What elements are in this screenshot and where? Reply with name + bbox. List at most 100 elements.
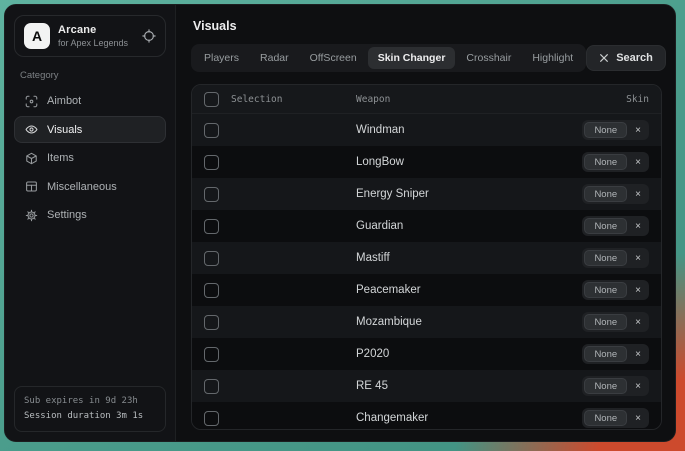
sidebar-item-settings[interactable]: Settings xyxy=(14,202,166,229)
skin-badge: None × xyxy=(582,216,649,236)
tab-players[interactable]: Players xyxy=(194,47,249,69)
row-checkbox[interactable] xyxy=(204,155,219,170)
row-selection-cell xyxy=(204,251,356,266)
weapon-name: Energy Sniper xyxy=(356,188,582,200)
eye-icon xyxy=(25,123,38,136)
search-icon xyxy=(599,53,609,63)
skin-value[interactable]: None xyxy=(584,314,627,330)
row-checkbox[interactable] xyxy=(204,411,219,426)
sidebar-nav: Aimbot Visuals Items Miscellaneous Setti… xyxy=(14,86,166,230)
table-row: LongBow None × xyxy=(192,146,661,178)
skin-value[interactable]: None xyxy=(584,218,627,234)
row-checkbox[interactable] xyxy=(204,123,219,138)
tab-offscreen[interactable]: OffScreen xyxy=(300,47,367,69)
skin-badge: None × xyxy=(582,120,649,140)
skin-badge: None × xyxy=(582,280,649,300)
skin-changer-table: Selection Weapon Skin Windman None × Lon… xyxy=(191,84,662,430)
session-duration-text: Session duration 3m 1s xyxy=(24,409,156,424)
column-header-skin: Skin xyxy=(626,94,649,105)
clear-skin-icon[interactable]: × xyxy=(627,413,647,424)
row-selection-cell xyxy=(204,219,356,234)
row-checkbox[interactable] xyxy=(204,283,219,298)
weapon-name: Changemaker xyxy=(356,412,582,424)
app-header-card: A Arcane for Apex Legends xyxy=(14,15,166,57)
row-selection-cell xyxy=(204,315,356,330)
sidebar-item-label: Items xyxy=(47,152,74,164)
clear-skin-icon[interactable]: × xyxy=(627,349,647,360)
sidebar-item-label: Aimbot xyxy=(47,95,81,107)
app-window: A Arcane for Apex Legends Category Aimbo… xyxy=(4,4,676,442)
sidebar: A Arcane for Apex Legends Category Aimbo… xyxy=(5,5,176,441)
tab-row: PlayersRadarOffScreenSkin ChangerCrossha… xyxy=(191,44,662,72)
row-checkbox[interactable] xyxy=(204,251,219,266)
clear-skin-icon[interactable]: × xyxy=(627,125,647,136)
category-label: Category xyxy=(20,70,160,81)
row-selection-cell xyxy=(204,283,356,298)
row-checkbox[interactable] xyxy=(204,347,219,362)
table-body: Windman None × LongBow None × Energy Sni… xyxy=(192,114,661,430)
clear-skin-icon[interactable]: × xyxy=(627,317,647,328)
row-selection-cell xyxy=(204,123,356,138)
search-button[interactable]: Search xyxy=(586,45,666,71)
skin-value[interactable]: None xyxy=(584,122,627,138)
skin-value[interactable]: None xyxy=(584,346,627,362)
sidebar-item-miscellaneous[interactable]: Miscellaneous xyxy=(14,173,166,200)
row-checkbox[interactable] xyxy=(204,379,219,394)
skin-value[interactable]: None xyxy=(584,378,627,394)
column-header-selection: Selection xyxy=(231,94,282,105)
skin-value[interactable]: None xyxy=(584,154,627,170)
gear-icon xyxy=(25,209,38,222)
app-subtitle: for Apex Legends xyxy=(58,38,128,48)
app-meta: Arcane for Apex Legends xyxy=(58,24,128,48)
sidebar-item-label: Visuals xyxy=(47,124,82,136)
skin-badge: None × xyxy=(582,408,649,428)
session-info-card: Sub expires in 9d 23h Session duration 3… xyxy=(14,386,166,432)
skin-value[interactable]: None xyxy=(584,186,627,202)
weapon-name: P2020 xyxy=(356,348,582,360)
table-row: Energy Sniper None × xyxy=(192,178,661,210)
clear-skin-icon[interactable]: × xyxy=(627,253,647,264)
sidebar-item-label: Settings xyxy=(47,209,87,221)
skin-value[interactable]: None xyxy=(584,410,627,426)
tab-highlight[interactable]: Highlight xyxy=(522,47,583,69)
row-checkbox[interactable] xyxy=(204,315,219,330)
clear-skin-icon[interactable]: × xyxy=(627,157,647,168)
tab-skin-changer[interactable]: Skin Changer xyxy=(368,47,456,69)
skin-badge: None × xyxy=(582,248,649,268)
search-button-label: Search xyxy=(616,52,653,64)
selection-header-cell: Selection xyxy=(204,92,356,107)
sidebar-item-items[interactable]: Items xyxy=(14,145,166,172)
main-panel: Visuals PlayersRadarOffScreenSkin Change… xyxy=(176,5,675,441)
aimbot-crosshair-icon xyxy=(25,95,38,108)
clear-skin-icon[interactable]: × xyxy=(627,189,647,200)
skin-value[interactable]: None xyxy=(584,282,627,298)
table-row: RE 45 None × xyxy=(192,370,661,402)
grid-icon xyxy=(25,180,38,193)
sidebar-item-label: Miscellaneous xyxy=(47,181,117,193)
sidebar-item-visuals[interactable]: Visuals xyxy=(14,116,166,143)
row-checkbox[interactable] xyxy=(204,219,219,234)
table-row: Peacemaker None × xyxy=(192,274,661,306)
row-selection-cell xyxy=(204,379,356,394)
tab-bar: PlayersRadarOffScreenSkin ChangerCrossha… xyxy=(191,44,586,72)
tab-crosshair[interactable]: Crosshair xyxy=(456,47,521,69)
skin-badge: None × xyxy=(582,184,649,204)
sidebar-item-aimbot[interactable]: Aimbot xyxy=(14,88,166,115)
sub-expiry-text: Sub expires in 9d 23h xyxy=(24,394,156,409)
table-row: Mastiff None × xyxy=(192,242,661,274)
row-checkbox[interactable] xyxy=(204,187,219,202)
skin-badge: None × xyxy=(582,312,649,332)
clear-skin-icon[interactable]: × xyxy=(627,285,647,296)
app-logo: A xyxy=(24,23,50,49)
weapon-name: LongBow xyxy=(356,156,582,168)
target-icon[interactable] xyxy=(142,29,156,43)
skin-value[interactable]: None xyxy=(584,250,627,266)
package-icon xyxy=(25,152,38,165)
page-title: Visuals xyxy=(193,19,662,33)
clear-skin-icon[interactable]: × xyxy=(627,381,647,392)
tab-radar[interactable]: Radar xyxy=(250,47,299,69)
skin-badge: None × xyxy=(582,152,649,172)
row-selection-cell xyxy=(204,187,356,202)
select-all-checkbox[interactable] xyxy=(204,92,219,107)
clear-skin-icon[interactable]: × xyxy=(627,221,647,232)
